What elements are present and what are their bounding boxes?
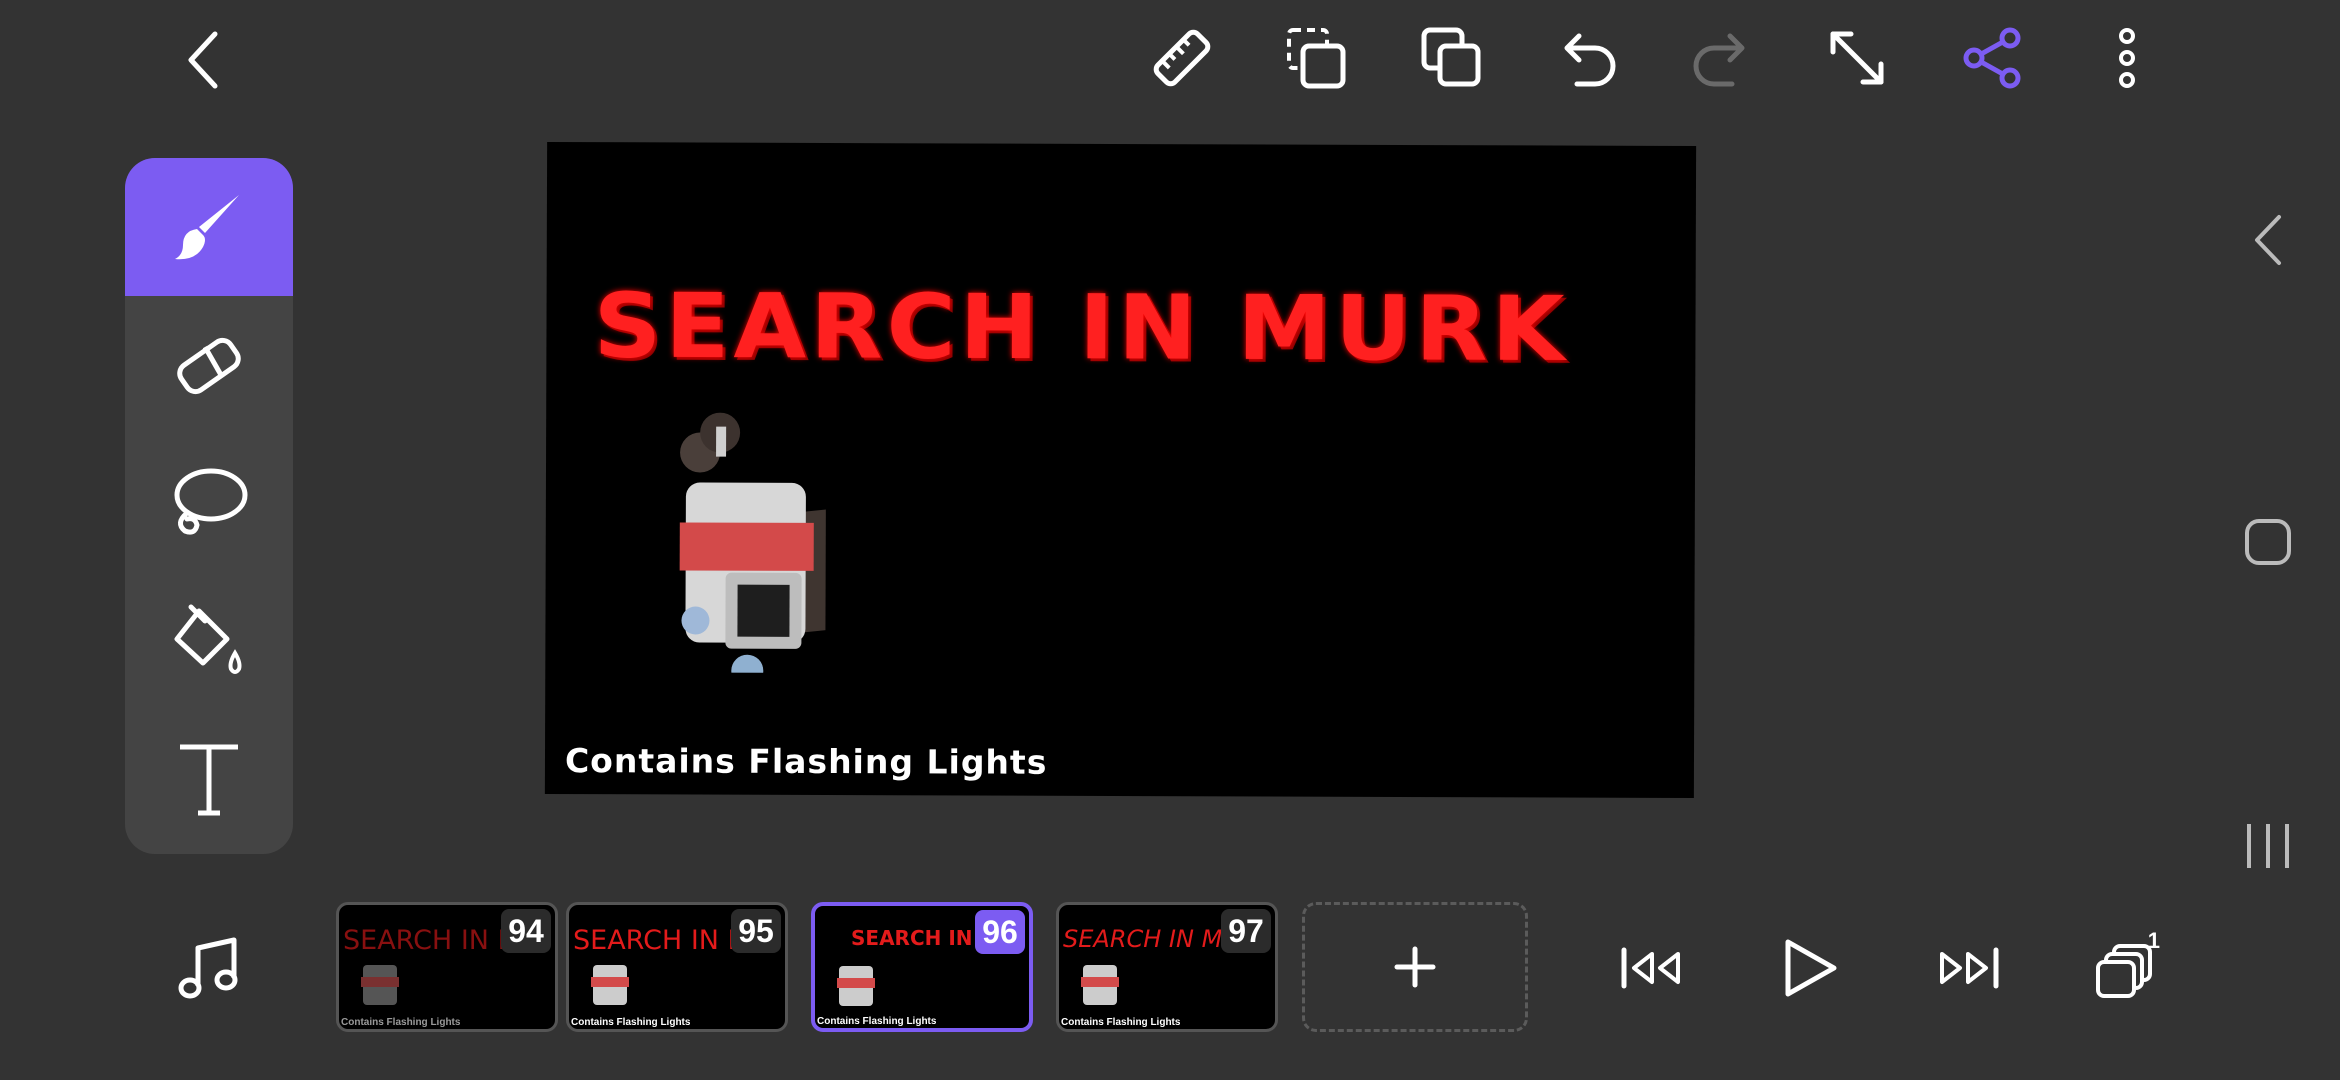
- undo-icon: [1564, 33, 1616, 87]
- frame-thumb-95[interactable]: SEARCH IN MU Contains Flashing Lights 95: [566, 902, 788, 1032]
- play-button[interactable]: [1770, 928, 1850, 1008]
- tool-panel: [125, 158, 293, 854]
- more-icon: [2119, 28, 2135, 88]
- nav-recents-icon: [2247, 824, 2289, 868]
- back-icon: [188, 31, 218, 89]
- resize-button[interactable]: [1817, 18, 1897, 98]
- text-tool[interactable]: [125, 710, 293, 848]
- brush-icon: [175, 195, 239, 260]
- lasso-icon: [174, 468, 248, 535]
- skip-to-end-icon: [1940, 947, 1999, 989]
- copy-layer-icon: [1421, 27, 1481, 87]
- back-button[interactable]: [165, 20, 245, 100]
- nav-back-button[interactable]: [2228, 200, 2308, 280]
- drawing-canvas[interactable]: SEARCH IN MURK Contains Flashing Lights: [544, 141, 1697, 799]
- frame-number-badge: 94: [501, 909, 551, 953]
- eraser-tool[interactable]: [125, 296, 293, 434]
- plus-icon: [1394, 946, 1436, 988]
- first-frame-button[interactable]: [1612, 928, 1692, 1008]
- frame-figure: [837, 966, 875, 1006]
- frame-figure: [591, 965, 629, 1005]
- more-button[interactable]: [2087, 18, 2167, 98]
- frame-thumb-96[interactable]: SEARCH IN MU Contains Flashing Lights 96: [811, 902, 1033, 1032]
- fill-icon: [174, 604, 242, 674]
- brush-tool[interactable]: [125, 158, 293, 296]
- ruler-button[interactable]: [1142, 18, 1222, 98]
- frame-thumb-warning: Contains Flashing Lights: [817, 1016, 937, 1027]
- frame-thumb-97[interactable]: SEARCH IN MU Contains Flashing Lights 97: [1056, 902, 1278, 1032]
- frame-number-badge: 96: [975, 910, 1025, 954]
- copy-layer-button[interactable]: [1412, 18, 1492, 98]
- frame-thumb-94[interactable]: SEARCH IN MU Contains Flashing Lights 94: [336, 902, 558, 1032]
- frame-number-badge: 95: [731, 909, 781, 953]
- canvas-title: SEARCH IN MURK: [593, 274, 1569, 382]
- layers-count-badge: 1: [2147, 928, 2160, 953]
- resize-icon: [1830, 31, 1884, 85]
- share-button[interactable]: [1952, 18, 2032, 98]
- canvas-warning-text: Contains Flashing Lights: [564, 741, 1048, 782]
- nav-recents-button[interactable]: [2228, 806, 2308, 886]
- select-button[interactable]: [1277, 18, 1357, 98]
- frame-figure: [1081, 965, 1119, 1005]
- nav-home-button[interactable]: [2228, 502, 2308, 582]
- frame-thumb-warning: Contains Flashing Lights: [571, 1017, 691, 1028]
- select-icon: [1287, 28, 1346, 89]
- share-icon: [1963, 27, 2021, 89]
- skip-to-start-icon: [1621, 947, 1680, 989]
- frame-thumb-warning: Contains Flashing Lights: [341, 1017, 461, 1028]
- nav-home-icon: [2245, 519, 2291, 565]
- ruler-icon: [1153, 29, 1211, 87]
- add-frame-button[interactable]: [1302, 902, 1528, 1032]
- fill-tool[interactable]: [125, 572, 293, 710]
- camera-drawing: [679, 412, 827, 673]
- undo-button[interactable]: [1547, 18, 1627, 98]
- layers-button[interactable]: 1: [2086, 928, 2166, 1008]
- frame-figure: [361, 965, 399, 1005]
- frame-thumb-warning: Contains Flashing Lights: [1061, 1017, 1181, 1028]
- nav-back-icon: [2255, 215, 2281, 265]
- frame-thumb-text: SEARCH IN MU: [1063, 925, 1240, 953]
- text-icon: [180, 744, 238, 816]
- last-frame-button[interactable]: [1928, 928, 2008, 1008]
- music-note-icon: [178, 937, 238, 999]
- redo-icon: [1693, 33, 1745, 87]
- music-button[interactable]: [170, 928, 250, 1008]
- play-icon: [1785, 939, 1837, 997]
- eraser-icon: [177, 337, 241, 395]
- redo-button[interactable]: [1682, 18, 1762, 98]
- frame-number-badge: 97: [1221, 909, 1271, 953]
- lasso-tool[interactable]: [125, 434, 293, 572]
